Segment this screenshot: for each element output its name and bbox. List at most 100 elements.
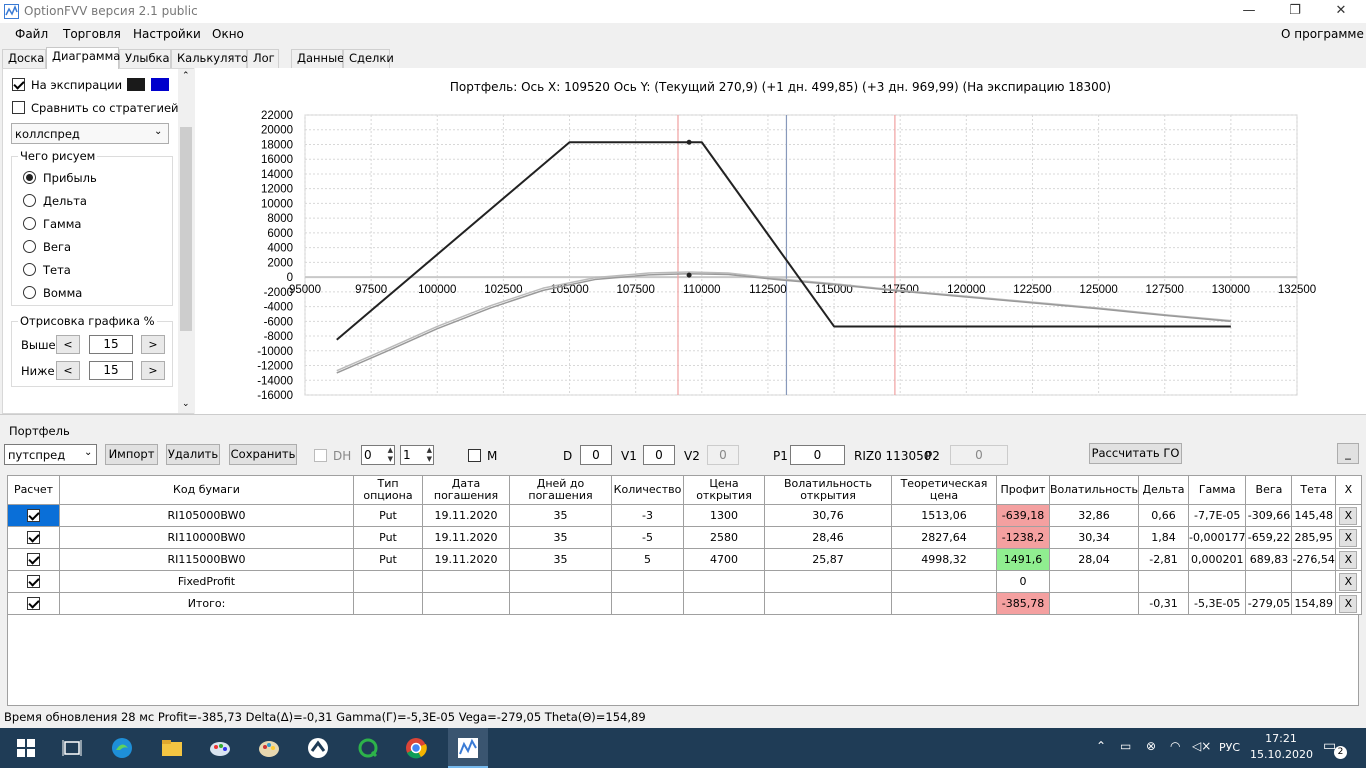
col-calc[interactable]: Расчет bbox=[7, 475, 60, 505]
row-delete-button[interactable]: X bbox=[1339, 594, 1358, 613]
table-cell[interactable] bbox=[509, 592, 612, 615]
tray-chevron-icon[interactable]: ⌃ bbox=[1096, 739, 1106, 753]
row-calc-checkbox[interactable] bbox=[27, 553, 40, 567]
qlik-app-icon[interactable] bbox=[356, 736, 380, 760]
table-cell[interactable]: 25,87 bbox=[764, 548, 892, 571]
table-cell[interactable]: RI115000BW0 bbox=[59, 548, 354, 571]
table-cell[interactable]: 1491,6 bbox=[996, 548, 1050, 571]
table-cell[interactable]: 0 bbox=[996, 570, 1050, 593]
table-row[interactable]: FixedProfit 0 X bbox=[7, 570, 1362, 593]
table-cell[interactable]: -309,66 bbox=[1245, 504, 1293, 527]
table-cell[interactable] bbox=[353, 570, 423, 593]
tab-data[interactable]: Данные bbox=[291, 49, 344, 68]
table-cell[interactable]: -3 bbox=[611, 504, 684, 527]
above-increase-button[interactable]: > bbox=[141, 335, 165, 354]
below-value[interactable]: 15 bbox=[89, 361, 133, 380]
row-delete-button[interactable]: X bbox=[1339, 550, 1358, 569]
table-cell[interactable]: 2827,64 bbox=[891, 526, 997, 549]
table-cell[interactable]: 1300 bbox=[683, 504, 765, 527]
table-cell[interactable]: 35 bbox=[509, 548, 612, 571]
file-explorer-icon[interactable] bbox=[160, 736, 184, 760]
splitter[interactable] bbox=[0, 414, 1366, 420]
table-cell[interactable]: 4998,32 bbox=[891, 548, 997, 571]
above-value[interactable]: 15 bbox=[89, 335, 133, 354]
col-qty[interactable]: Количество bbox=[611, 475, 684, 505]
tab-deals[interactable]: Сделки bbox=[343, 49, 394, 68]
table-cell[interactable]: -5 bbox=[611, 526, 684, 549]
table-cell[interactable] bbox=[353, 592, 423, 615]
table-cell[interactable] bbox=[1138, 570, 1189, 593]
row-calc-checkbox[interactable] bbox=[27, 575, 40, 589]
chrome-icon[interactable] bbox=[404, 736, 428, 760]
table-row[interactable]: Итого: -385,78 -0,31 -5,3E-05 -279,05 154,89 X bbox=[7, 592, 1362, 615]
table-cell[interactable]: 689,83 bbox=[1245, 548, 1293, 571]
col-type[interactable]: Тип опциона bbox=[353, 475, 423, 505]
m-checkbox[interactable] bbox=[468, 449, 481, 462]
radio-delta[interactable] bbox=[23, 194, 36, 207]
table-cell[interactable]: 4700 bbox=[683, 548, 765, 571]
col-vega[interactable]: Вега bbox=[1245, 475, 1293, 505]
table-cell[interactable] bbox=[1049, 592, 1139, 615]
spin-input-1[interactable]: 0 ▲ ▼ bbox=[361, 445, 395, 465]
table-row[interactable]: RI115000BW0 Put 19.11.2020 35 5 4700 25,87 4998… bbox=[7, 548, 1362, 571]
scrollbar-thumb[interactable] bbox=[180, 127, 192, 331]
table-cell[interactable]: RI110000BW0 bbox=[59, 526, 354, 549]
portfolio-select[interactable]: путспред ⌄ bbox=[4, 444, 97, 465]
save-button[interactable]: Сохранить bbox=[229, 444, 297, 465]
table-cell[interactable]: -0,31 bbox=[1138, 592, 1189, 615]
table-cell[interactable] bbox=[891, 570, 997, 593]
table-cell[interactable]: 145,48 bbox=[1291, 504, 1336, 527]
col-profit[interactable]: Профит bbox=[996, 475, 1050, 505]
col-theta[interactable]: Тета bbox=[1291, 475, 1336, 505]
table-cell[interactable]: 30,76 bbox=[764, 504, 892, 527]
table-cell[interactable] bbox=[611, 570, 684, 593]
table-cell[interactable]: FixedProfit bbox=[59, 570, 354, 593]
language-indicator[interactable]: РУС bbox=[1219, 741, 1240, 754]
table-cell[interactable] bbox=[611, 592, 684, 615]
quik-terminal-icon[interactable] bbox=[306, 736, 330, 760]
edge-browser-icon[interactable] bbox=[110, 736, 134, 760]
table-cell[interactable]: -7,7E-05 bbox=[1187, 504, 1247, 527]
menu-settings[interactable]: Настройки bbox=[133, 27, 201, 41]
col-days[interactable]: Дней до погашения bbox=[509, 475, 612, 505]
table-cell[interactable]: 35 bbox=[509, 526, 612, 549]
below-decrease-button[interactable]: < bbox=[56, 361, 80, 380]
row-delete-button[interactable]: X bbox=[1339, 572, 1358, 591]
row-delete-button[interactable]: X bbox=[1339, 528, 1358, 547]
on-expiry-checkbox[interactable] bbox=[12, 78, 25, 91]
table-cell[interactable]: -659,22 bbox=[1245, 526, 1293, 549]
network-error-icon[interactable]: ⊗ bbox=[1146, 739, 1156, 753]
row-calc-cell[interactable] bbox=[7, 526, 60, 549]
tab-board[interactable]: Доска bbox=[2, 49, 46, 68]
spinner-arrows-icon[interactable]: ▲ ▼ bbox=[427, 446, 432, 464]
table-cell[interactable]: Put bbox=[353, 504, 423, 527]
table-cell[interactable]: -385,78 bbox=[996, 592, 1050, 615]
p1-input[interactable]: 0 bbox=[790, 445, 845, 465]
spin-input-2[interactable]: 1 ▲ ▼ bbox=[400, 445, 434, 465]
row-calc-cell[interactable] bbox=[7, 570, 60, 593]
menu-window[interactable]: Окно bbox=[212, 27, 244, 41]
table-cell[interactable]: 0,000201 bbox=[1187, 548, 1247, 571]
tab-diagram[interactable]: Диаграмма bbox=[46, 47, 120, 69]
table-cell[interactable]: 28,04 bbox=[1049, 548, 1139, 571]
menu-about[interactable]: О программе bbox=[1281, 27, 1364, 41]
table-cell[interactable]: -276,54 bbox=[1291, 548, 1336, 571]
minimize-icon[interactable]: — bbox=[1226, 0, 1272, 23]
scroll-up-icon[interactable]: ⌃ bbox=[182, 71, 190, 81]
v1-input[interactable]: 0 bbox=[643, 445, 675, 465]
table-cell[interactable]: Итого: bbox=[59, 592, 354, 615]
delete-button[interactable]: Удалить bbox=[166, 444, 220, 465]
table-cell[interactable]: 0,66 bbox=[1138, 504, 1189, 527]
table-cell[interactable]: -2,81 bbox=[1138, 548, 1189, 571]
table-cell[interactable] bbox=[1187, 570, 1247, 593]
table-cell[interactable]: 28,46 bbox=[764, 526, 892, 549]
row-calc-cell[interactable] bbox=[7, 592, 60, 615]
table-cell[interactable] bbox=[422, 592, 510, 615]
restore-icon[interactable]: ❐ bbox=[1272, 0, 1318, 23]
table-cell[interactable]: RI105000BW0 bbox=[59, 504, 354, 527]
table-cell[interactable]: -1238,2 bbox=[996, 526, 1050, 549]
table-cell[interactable]: 2580 bbox=[683, 526, 765, 549]
col-expiry[interactable]: Дата погашения bbox=[422, 475, 510, 505]
table-cell[interactable] bbox=[683, 570, 765, 593]
menu-trading[interactable]: Торговля bbox=[63, 27, 121, 41]
